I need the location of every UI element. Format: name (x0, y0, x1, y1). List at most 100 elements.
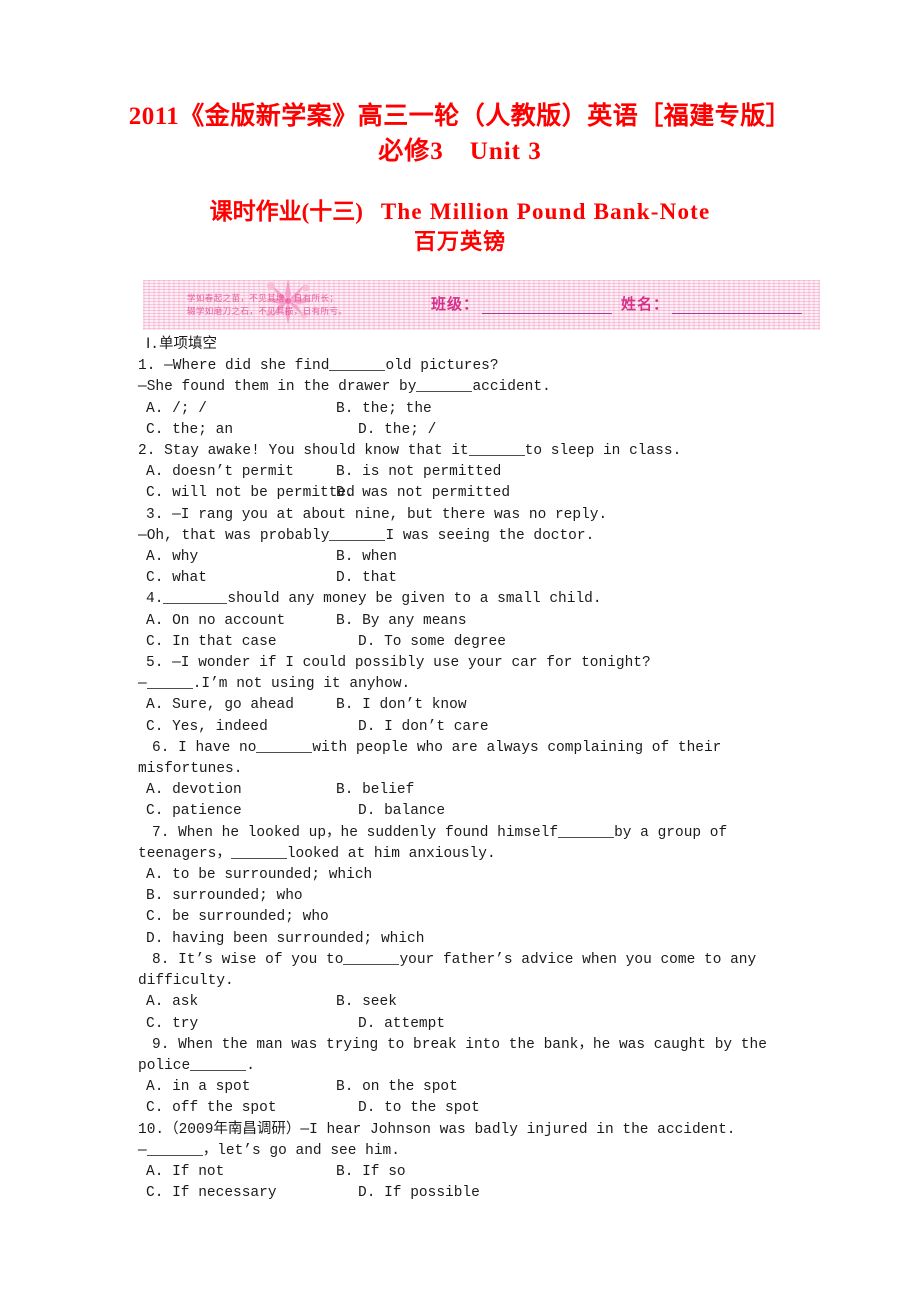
option-c[interactable]: C. try (146, 1014, 358, 1035)
option-b[interactable]: B. seek (336, 992, 397, 1013)
option-d[interactable]: D. balance (358, 801, 445, 822)
answer-blank[interactable] (190, 1069, 247, 1071)
option-b[interactable]: B. If so (336, 1162, 406, 1183)
assignment-label-en: The Million Pound Bank-Note (380, 199, 711, 224)
name-field[interactable]: 姓名： (621, 293, 803, 314)
question-5-options-row-2: C. Yes, indeed D. I don’t care (138, 717, 782, 738)
option-a[interactable]: A. in a spot (146, 1077, 336, 1098)
option-d[interactable]: D. If possible (358, 1183, 480, 1204)
question-4-options-row-2: C. In that case D. To some degree (138, 632, 782, 653)
question-7-stem: 7. When he looked up，he suddenly found h… (138, 823, 782, 844)
book-volume: 必修3 (378, 138, 444, 165)
option-d[interactable]: D. that (336, 568, 397, 589)
question-3-stem-line-1: 3. —I rang you at about nine, but there … (146, 506, 608, 523)
question-1: 1. —Where did she find old pictures? —She… (138, 356, 782, 441)
exercise-body: Ⅰ.单项填空 1. —Where did she find old picture… (138, 335, 782, 1204)
option-c[interactable]: C. In that case (146, 632, 358, 653)
stem-text: accident. (472, 379, 551, 396)
question-1-options-row-2: C. the; an D. the; / (138, 420, 782, 441)
answer-blank[interactable] (558, 836, 615, 838)
option-c[interactable]: C. the; an (146, 420, 358, 441)
stem-text: 2. Stay awake! You should know that it (138, 443, 469, 460)
question-10-options-row-2: C. If necessary D. If possible (138, 1183, 782, 1204)
question-5-stem-line-2: — .I’m not using it anyhow. (138, 674, 782, 695)
answer-blank[interactable] (146, 1154, 203, 1156)
question-3-options-row-1: A. why B. when (138, 547, 782, 568)
answer-blank[interactable] (146, 688, 193, 690)
question-10-stem-line-2: — ，let’s go and see him. (138, 1141, 782, 1162)
option-c[interactable]: C. patience (146, 801, 358, 822)
answer-blank[interactable] (256, 751, 313, 753)
question-5: 5. —I wonder if I could possibly use you… (138, 653, 782, 738)
question-8-stem: 8. It’s wise of you to your father’s advi… (138, 950, 782, 971)
answer-blank[interactable] (329, 539, 386, 541)
option-d[interactable]: D. was not permitted (336, 483, 510, 504)
option-c[interactable]: C. If necessary (146, 1183, 358, 1204)
answer-blank[interactable] (163, 603, 228, 605)
option-a[interactable]: A. ask (146, 992, 336, 1013)
answer-blank[interactable] (230, 857, 287, 859)
question-4: 4. should any money be given to a small c… (138, 589, 782, 653)
assignment-label-cn: 课时作业(十三) (209, 199, 363, 224)
option-b[interactable]: B. I don’t know (336, 695, 467, 716)
option-a[interactable]: A. to be surrounded; which (138, 865, 782, 886)
class-field[interactable]: 班级： (431, 293, 613, 314)
document-title-block: 2011《金版新学案》高三一轮（人教版）英语［福建专版］ 必修3 Unit 3 (0, 100, 920, 170)
option-a[interactable]: A. Sure, go ahead (146, 695, 336, 716)
question-2-options-row-1: A. doesn’t permit B. is not permitted (138, 462, 782, 483)
option-b[interactable]: B. surrounded; who (138, 886, 782, 907)
question-3-options-row-2: C. what D. that (138, 568, 782, 589)
assignment-title-block: 课时作业(十三) The Million Pound Bank-Note 百万英镑 (0, 196, 920, 257)
option-b[interactable]: B. belief (336, 780, 414, 801)
option-a[interactable]: A. If not (146, 1162, 336, 1183)
option-a[interactable]: A. why (146, 547, 336, 568)
option-c[interactable]: C. what (146, 568, 336, 589)
option-b[interactable]: B. By any means (336, 611, 467, 632)
option-c[interactable]: C. will not be permitted (146, 483, 355, 504)
answer-blank[interactable] (468, 455, 525, 457)
stem-text: old pictures? (385, 358, 499, 375)
option-d[interactable]: D. attempt (358, 1014, 445, 1035)
option-b[interactable]: B. when (336, 547, 397, 568)
option-a[interactable]: A. /; / (146, 399, 336, 420)
name-field-input-rule[interactable] (672, 299, 803, 314)
answer-blank[interactable] (343, 963, 400, 965)
assignment-subtitle-cn: 百万英镑 (413, 229, 506, 254)
option-a[interactable]: A. On no account (146, 611, 336, 632)
option-d[interactable]: D. the; / (358, 420, 436, 441)
stem-text: your father’s advice when you come to an… (399, 951, 757, 968)
option-d[interactable]: D. having been surrounded; which (138, 929, 782, 950)
option-c[interactable]: C. be surrounded; who (138, 907, 782, 928)
option-d[interactable]: D. To some degree (358, 632, 506, 653)
option-d[interactable]: D. to the spot (358, 1098, 480, 1119)
option-b[interactable]: B. on the spot (336, 1077, 458, 1098)
option-b[interactable]: B. is not permitted (336, 462, 501, 483)
question-4-options-row-1: A. On no account B. By any means (138, 611, 782, 632)
option-a[interactable]: A. devotion (146, 780, 336, 801)
option-d[interactable]: D. I don’t care (358, 717, 489, 738)
question-8: 8. It’s wise of you to your father’s advi… (138, 950, 782, 1035)
question-10-stem-line-1: 10.（2009年南昌调研）—I hear Johnson was badly … (138, 1121, 736, 1138)
stem-text: 1. —Where did she find (138, 358, 330, 375)
option-a[interactable]: A. doesn’t permit (146, 462, 336, 483)
question-3: 3. —I rang you at about nine, but there … (138, 505, 782, 590)
class-field-input-rule[interactable] (482, 299, 613, 314)
question-8-stem-tail: difficulty. (138, 973, 234, 990)
question-4-stem-line-1: 4. should any money be given to a small c… (138, 589, 782, 610)
question-6: 6. I have no with people who are always c… (138, 738, 782, 823)
option-b[interactable]: B. the; the (336, 399, 432, 420)
stem-text: . (246, 1057, 255, 1074)
question-9-options-row-2: C. off the spot D. to the spot (138, 1098, 782, 1119)
stem-text: looked at him anxiously. (286, 845, 496, 862)
option-c[interactable]: C. off the spot (146, 1098, 358, 1119)
stem-text: 8. It’s wise of you to (152, 951, 344, 968)
stem-text: should any money be given to a small chi… (227, 591, 602, 608)
name-field-label: 姓名： (621, 297, 670, 313)
answer-blank[interactable] (329, 370, 386, 372)
question-6-options-row-2: C. patience D. balance (138, 801, 782, 822)
stem-text: teenagers， (138, 845, 231, 862)
answer-blank[interactable] (416, 391, 473, 393)
student-info-banner: 学如春起之苗，不见其增，日有所长； 辍学如磨刀之石，不见其损，日有所亏。 班级：… (143, 280, 820, 330)
question-6-stem-tail: misfortunes. (138, 761, 243, 778)
option-c[interactable]: C. Yes, indeed (146, 717, 358, 738)
